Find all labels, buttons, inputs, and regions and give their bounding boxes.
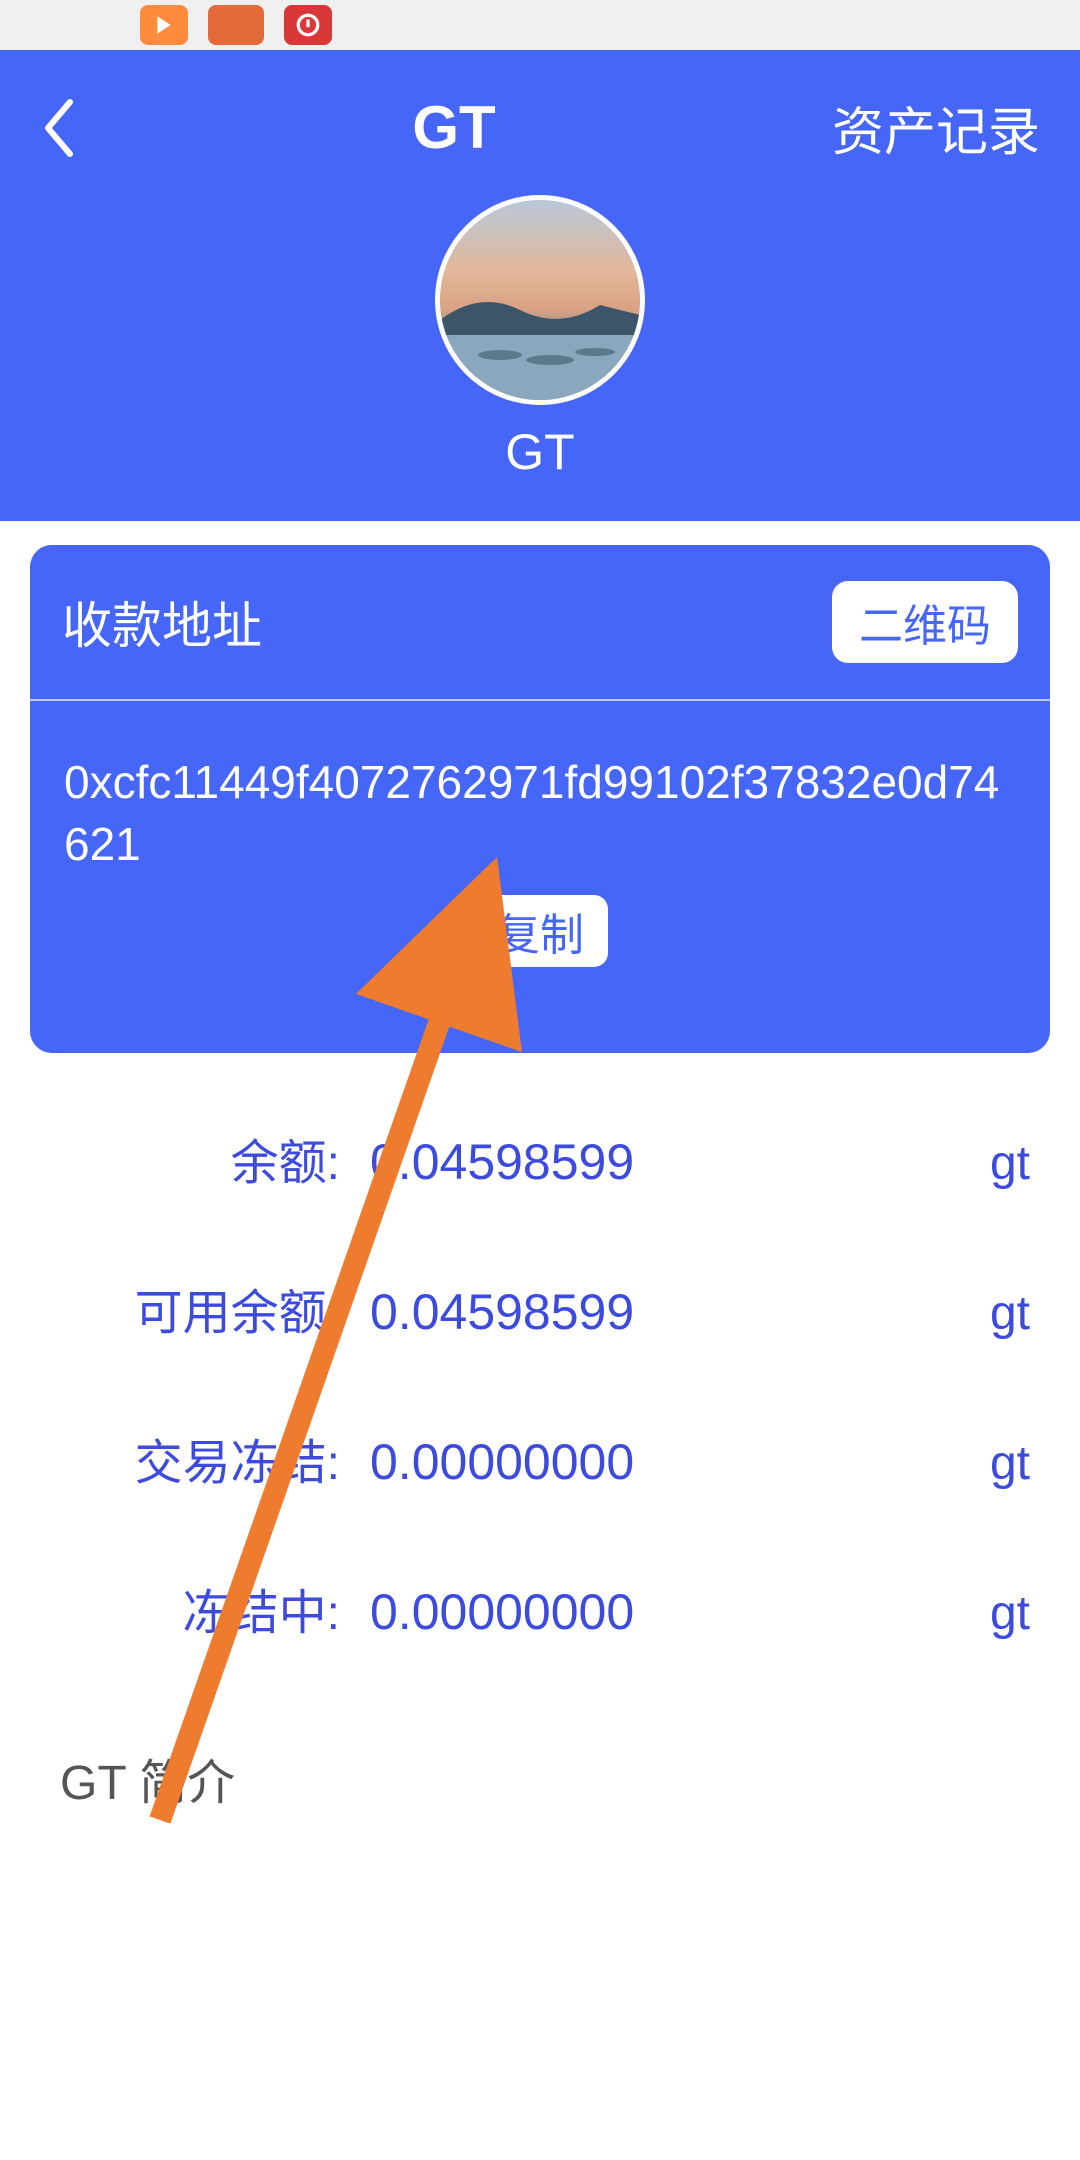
address-block: 0xcfc11449f4072762971fd99102f37832e0d746…: [30, 701, 1050, 993]
nav-bar: GT 资产记录: [0, 70, 1080, 195]
qr-code-button[interactable]: 二维码: [832, 581, 1018, 663]
balance-label: 交易冻结:: [50, 1423, 340, 1493]
balance-unit: gt: [990, 1586, 1030, 1641]
balance-value: 0.00000000: [340, 1433, 990, 1491]
status-app-icon-2: [208, 5, 264, 45]
balance-unit: gt: [990, 1436, 1030, 1491]
card-header: 收款地址 二维码: [30, 545, 1050, 701]
status-app-icon-1: [140, 5, 188, 45]
balance-label: 余额:: [50, 1123, 340, 1193]
balance-row-trade-frozen: 交易冻结: 0.00000000 gt: [50, 1423, 1030, 1493]
token-intro-heading: GT 简介: [0, 1723, 1080, 1833]
balance-value: 0.04598599: [340, 1283, 990, 1341]
balances-section: 余额: 0.04598599 gt 可用余额: 0.04598599 gt 交易…: [0, 1053, 1080, 1643]
balance-label: 可用余额:: [50, 1273, 340, 1343]
status-bar: [0, 0, 1080, 50]
token-avatar: [435, 195, 645, 405]
copy-button[interactable]: 复制: [472, 895, 608, 967]
receive-address-label: 收款地址: [62, 586, 262, 658]
balance-row-freezing: 冻结中: 0.00000000 gt: [50, 1573, 1030, 1643]
status-app-icon-3: [284, 5, 332, 45]
balance-value: 0.04598599: [340, 1133, 990, 1191]
avatar-section: GT: [0, 195, 1080, 481]
back-icon[interactable]: [40, 96, 76, 160]
asset-records-link[interactable]: 资产记录: [832, 90, 1040, 165]
wallet-address: 0xcfc11449f4072762971fd99102f37832e0d746…: [64, 751, 1016, 875]
balance-unit: gt: [990, 1136, 1030, 1191]
balance-unit: gt: [990, 1286, 1030, 1341]
balance-row-total: 余额: 0.04598599 gt: [50, 1123, 1030, 1193]
token-symbol-label: GT: [505, 423, 574, 481]
balance-row-available: 可用余额: 0.04598599 gt: [50, 1273, 1030, 1343]
hero-header: GT 资产记录 GT: [0, 50, 1080, 521]
balance-value: 0.00000000: [340, 1583, 990, 1641]
balance-label: 冻结中:: [50, 1573, 340, 1643]
page-title: GT: [412, 93, 495, 162]
receive-address-card: 收款地址 二维码 0xcfc11449f4072762971fd99102f37…: [30, 545, 1050, 1053]
